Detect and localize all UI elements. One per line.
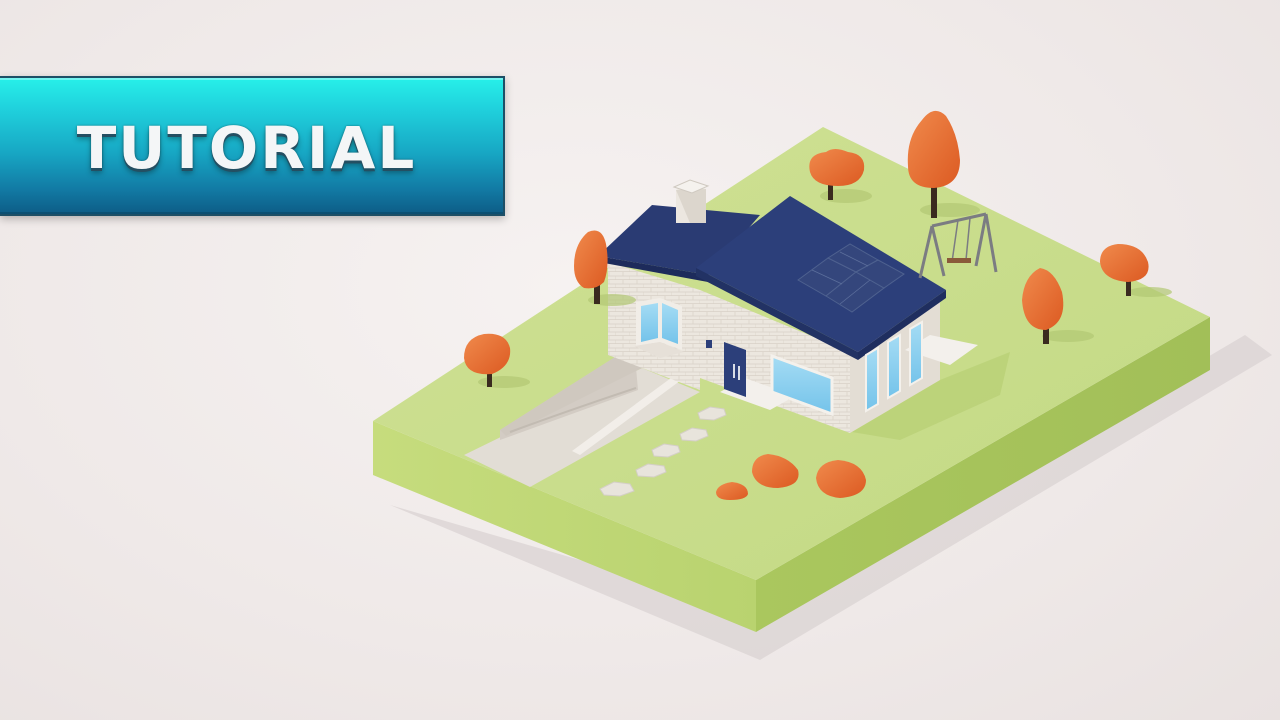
thumbnail: TUTORIAL xyxy=(0,0,1280,720)
side-window-1 xyxy=(865,346,879,413)
side-window-3 xyxy=(909,320,923,387)
side-window-2 xyxy=(887,333,901,400)
isometric-house-scene xyxy=(373,110,1272,660)
chimney xyxy=(672,179,710,223)
bay-window xyxy=(634,298,684,358)
